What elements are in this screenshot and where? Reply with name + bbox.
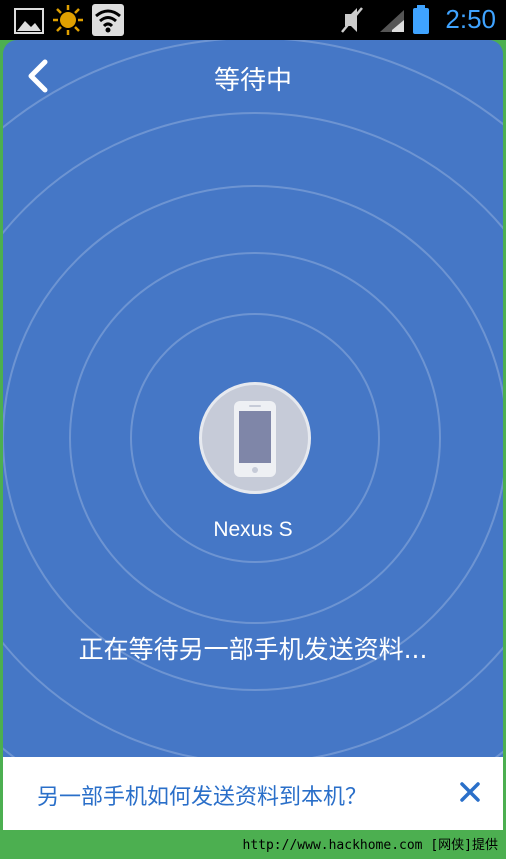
image-icon [14, 8, 44, 34]
signal-icon [380, 10, 404, 32]
waiting-screen: 等待中 Nexus S 正在等待另一部手机发送资料... 另一部手机如何发送资料… [3, 40, 503, 830]
waiting-message: 正在等待另一部手机发送资料... [78, 635, 428, 664]
help-bar: 另一部手机如何发送资料到本机？ [3, 757, 503, 830]
watermark: http://www.hackhome.com [网侠]提供 [242, 838, 499, 853]
help-link[interactable]: 另一部手机如何发送资料到本机？ [37, 779, 367, 811]
header: 等待中 [3, 40, 503, 112]
page-title: 等待中 [213, 66, 292, 96]
weather-sun-icon [53, 5, 83, 35]
close-icon[interactable] [455, 777, 485, 807]
battery-icon [413, 5, 429, 34]
device-avatar[interactable] [199, 382, 311, 494]
mute-icon [341, 7, 363, 33]
device-name: Nexus S [213, 518, 293, 541]
status-time: 2:50 [445, 4, 496, 34]
phone-icon [234, 401, 276, 477]
status-bar: 2:50 [0, 0, 506, 40]
wifi-icon [92, 4, 124, 36]
